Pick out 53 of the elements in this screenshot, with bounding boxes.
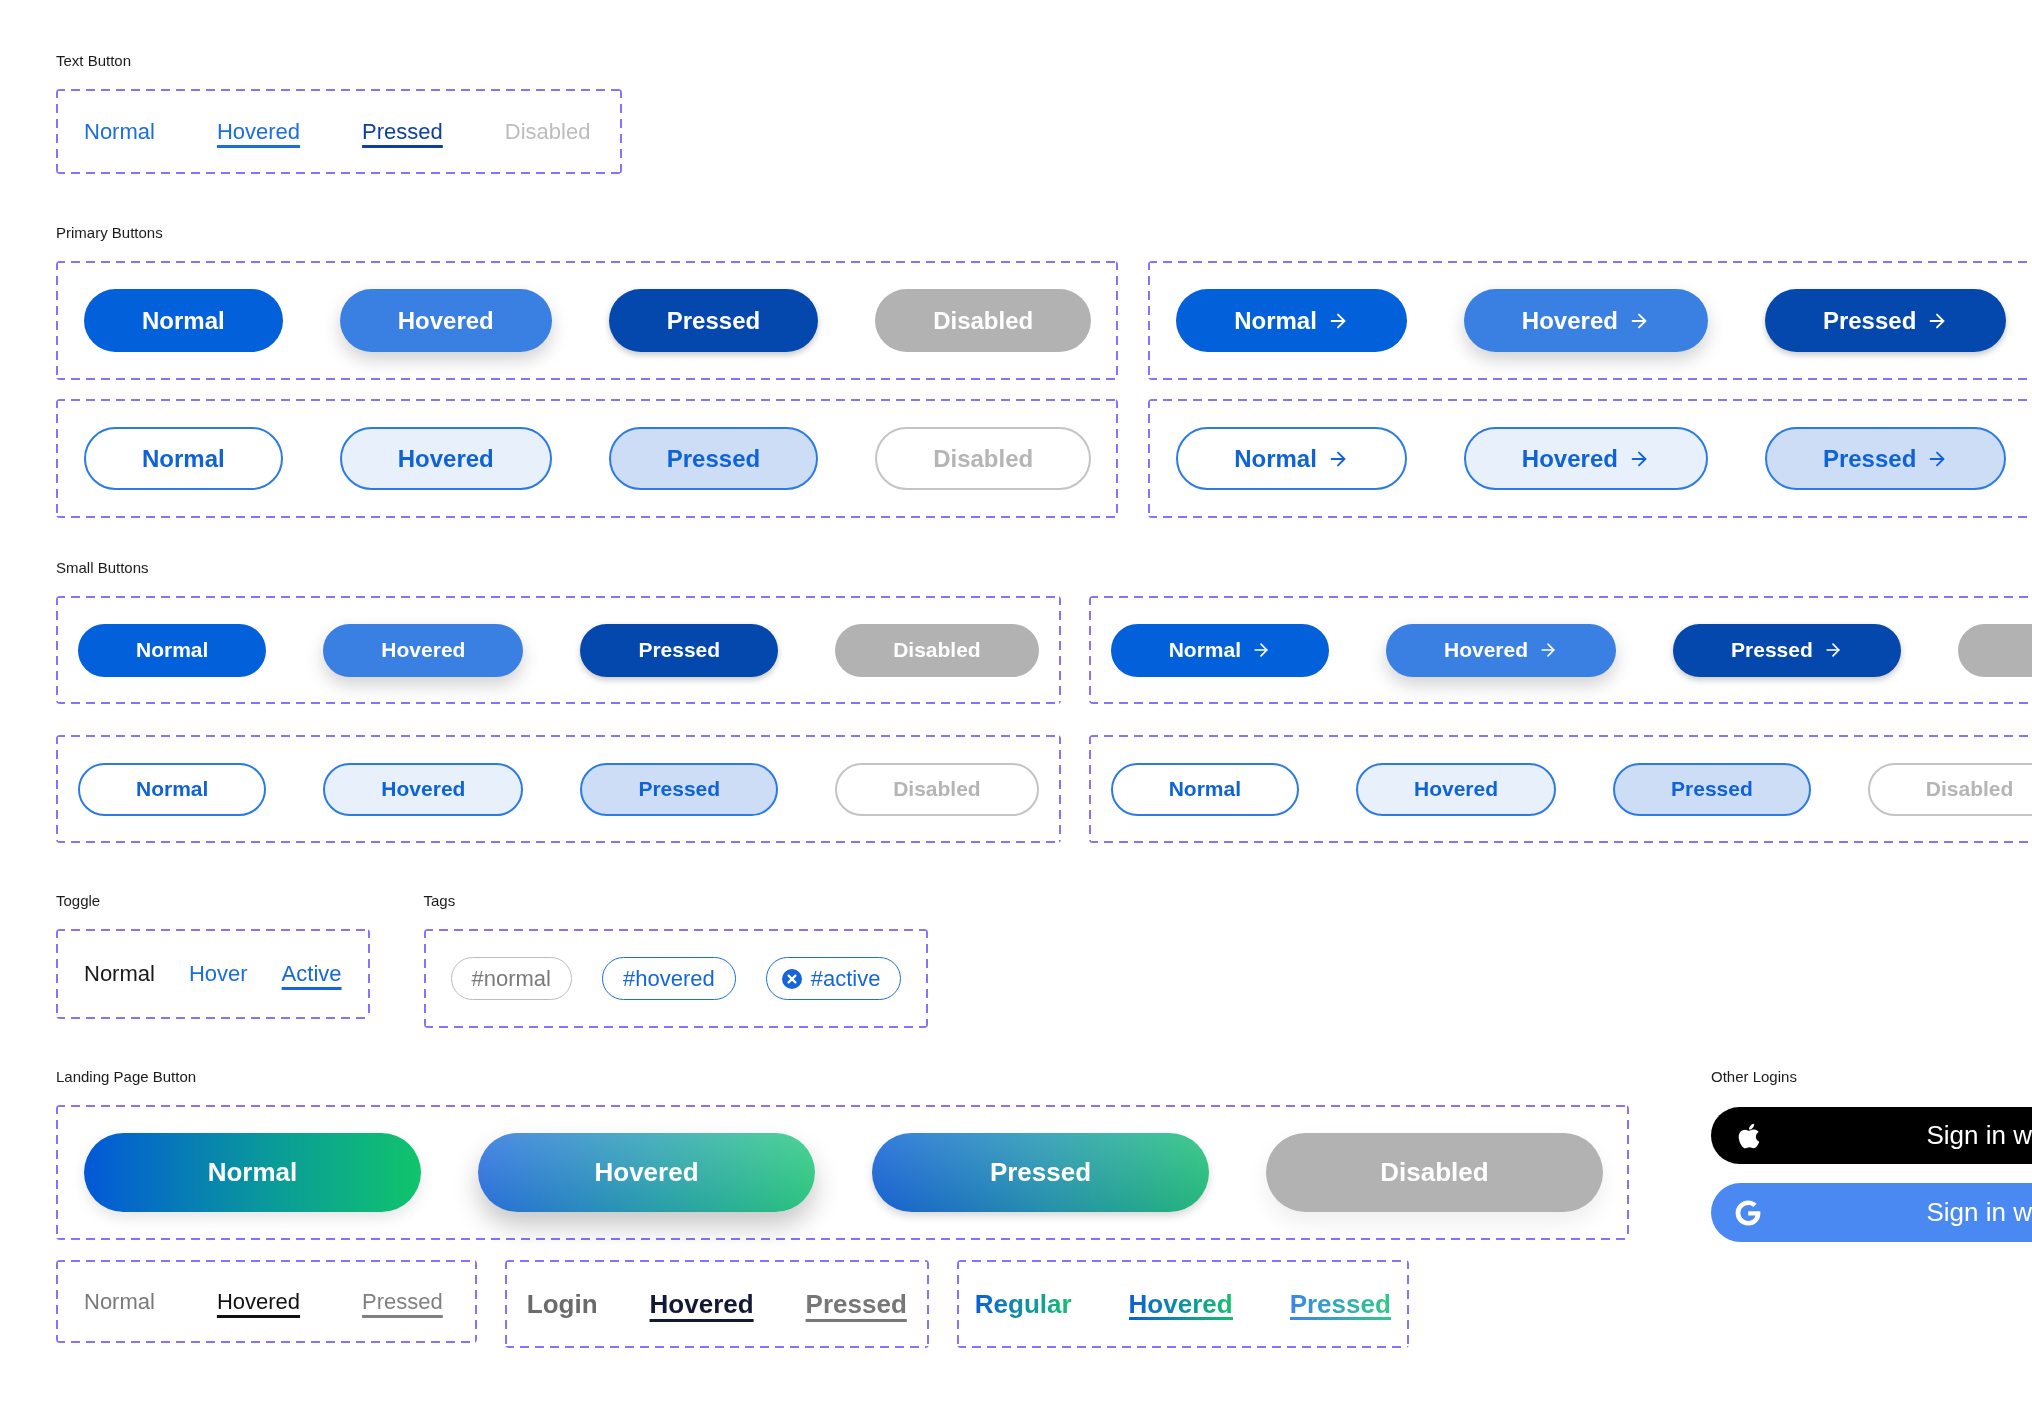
outline-button[interactable]: Hovered [339, 427, 552, 490]
link[interactable]: Hovered [216, 1281, 301, 1322]
outline-button[interactable]: Normal [1176, 427, 1407, 490]
text-button[interactable]: Hovered [216, 114, 301, 149]
link[interactable]: Login [526, 1284, 598, 1324]
sign-in-button[interactable]: Sign in w [1711, 1183, 2032, 1242]
small-primary-button[interactable]: Hovered [323, 623, 524, 677]
link[interactable]: Pressed [805, 1284, 907, 1324]
outline-button[interactable]: Pressed [608, 427, 819, 490]
section-title: Small Buttons [56, 558, 149, 578]
outline-button[interactable]: Normal [84, 427, 283, 490]
sign-in-button[interactable]: Sign in w [1711, 1107, 2032, 1164]
small-primary-button[interactable]: Normal [78, 623, 267, 677]
small-outline-button[interactable]: Normal [1110, 762, 1299, 816]
outline-button[interactable]: Hovered [1463, 427, 1708, 490]
tag-chip[interactable]: #normal [450, 957, 572, 1000]
section-title: Landing Page Button [56, 1067, 197, 1087]
outline-button[interactable]: Pressed [1764, 427, 2007, 490]
small-primary-button[interactable]: Hovered [1386, 623, 1617, 677]
landing-button[interactable]: Pressed [872, 1133, 1209, 1212]
tag-chip[interactable]: #hovered [602, 957, 736, 1000]
small-primary-button[interactable]: Normal [1110, 623, 1329, 677]
primary-button[interactable]: Hovered [339, 289, 552, 352]
tag-chip[interactable]: #active [765, 957, 902, 1000]
small-outline-button[interactable]: Hovered [1356, 762, 1557, 816]
toggle-option[interactable]: Normal [84, 957, 155, 991]
close-icon[interactable] [781, 968, 802, 989]
small-outline-button[interactable]: Pressed [580, 762, 779, 816]
text-button[interactable]: Pressed [362, 114, 443, 149]
small-outline-button[interactable]: Normal [78, 762, 267, 816]
section-title: Text Button [56, 51, 132, 71]
landing-button[interactable]: Normal [84, 1133, 421, 1212]
g-logo-icon [1735, 1199, 1761, 1226]
section-title: Other Logins [1711, 1067, 1797, 1087]
text-button[interactable]: Normal [84, 114, 155, 149]
section-title: Primary Buttons [56, 223, 163, 243]
link[interactable]: Normal [84, 1281, 155, 1322]
primary-button[interactable]: Normal [84, 289, 283, 352]
link[interactable]: Hovered [649, 1284, 754, 1324]
primary-button[interactable]: Hovered [1463, 289, 1708, 352]
small-primary-button[interactable]: Pressed [1673, 623, 1901, 677]
primary-button[interactable]: Normal [1176, 289, 1407, 352]
small-outline-button[interactable]: Hovered [323, 762, 524, 816]
link[interactable]: Pressed [362, 1281, 443, 1322]
section-title: Tags [423, 891, 456, 911]
section-title: Toggle [56, 891, 101, 911]
toggle-option[interactable]: Hover [188, 957, 248, 991]
small-outline-button[interactable]: Pressed [1613, 762, 1811, 816]
landing-button[interactable]: Hovered [478, 1133, 815, 1212]
primary-button[interactable]: Pressed [1764, 289, 2007, 352]
toggle-option[interactable]: Active [281, 957, 342, 991]
primary-button[interactable]: Pressed [608, 289, 819, 352]
small-primary-button[interactable]: Pressed [580, 623, 779, 677]
